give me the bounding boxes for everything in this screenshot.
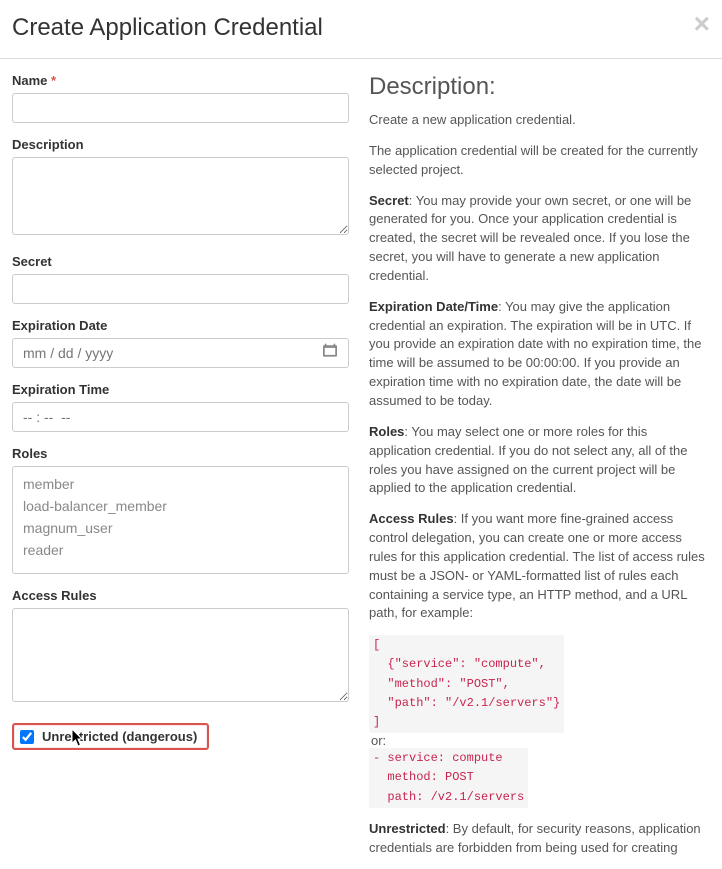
modal-title: Create Application Credential xyxy=(12,14,323,41)
close-icon[interactable]: × xyxy=(694,10,710,38)
help-or: or: xyxy=(371,733,708,748)
help-column: Description: Create a new application cr… xyxy=(361,73,722,869)
help-secret: Secret: You may provide your own secret,… xyxy=(369,192,708,286)
help-roles: Roles: You may select one or more roles … xyxy=(369,423,708,498)
description-label: Description xyxy=(12,137,349,152)
help-expiration: Expiration Date/Time: You may give the a… xyxy=(369,298,708,411)
required-asterisk: * xyxy=(51,73,56,88)
access-rules-group: Access Rules xyxy=(12,588,349,707)
help-intro: Create a new application credential. xyxy=(369,111,708,130)
secret-label: Secret xyxy=(12,254,349,269)
roles-group: Roles member load-balancer_member magnum… xyxy=(12,446,349,574)
expiration-date-label: Expiration Date xyxy=(12,318,349,333)
modal-body: Name * Description Secret Expiration Dat… xyxy=(0,59,722,869)
role-option[interactable]: load-balancer_member xyxy=(13,495,348,517)
description-textarea[interactable] xyxy=(12,157,349,235)
form-column: Name * Description Secret Expiration Dat… xyxy=(0,73,361,869)
secret-input[interactable] xyxy=(12,274,349,304)
expiration-date-group: Expiration Date xyxy=(12,318,349,368)
expiration-time-label: Expiration Time xyxy=(12,382,349,397)
expiration-time-input[interactable] xyxy=(12,402,349,432)
role-option[interactable]: magnum_user xyxy=(13,517,348,539)
unrestricted-checkbox[interactable] xyxy=(20,730,34,744)
name-input[interactable] xyxy=(12,93,349,123)
role-option[interactable]: reader xyxy=(13,539,348,561)
name-group: Name * xyxy=(12,73,349,123)
roles-select[interactable]: member load-balancer_member magnum_user … xyxy=(12,466,349,574)
name-label: Name * xyxy=(12,73,349,88)
unrestricted-checkbox-row[interactable]: Unrestricted (dangerous) xyxy=(12,723,209,750)
unrestricted-label: Unrestricted (dangerous) xyxy=(42,729,197,744)
help-project-note: The application credential will be creat… xyxy=(369,142,708,180)
expiration-date-input[interactable] xyxy=(12,338,349,368)
code-yaml: - service: compute method: POST path: /v… xyxy=(369,748,708,808)
help-heading: Description: xyxy=(369,73,708,101)
help-unrestricted: Unrestricted: By default, for security r… xyxy=(369,820,708,858)
roles-label: Roles xyxy=(12,446,349,461)
access-rules-textarea[interactable] xyxy=(12,608,349,702)
secret-group: Secret xyxy=(12,254,349,304)
description-group: Description xyxy=(12,137,349,240)
expiration-time-group: Expiration Time xyxy=(12,382,349,432)
role-option[interactable]: member xyxy=(13,473,348,495)
modal-header: Create Application Credential × xyxy=(0,0,722,59)
help-access-rules: Access Rules: If you want more fine-grai… xyxy=(369,510,708,623)
code-json: [ {"service": "compute", "method": "POST… xyxy=(369,635,708,733)
access-rules-label: Access Rules xyxy=(12,588,349,603)
